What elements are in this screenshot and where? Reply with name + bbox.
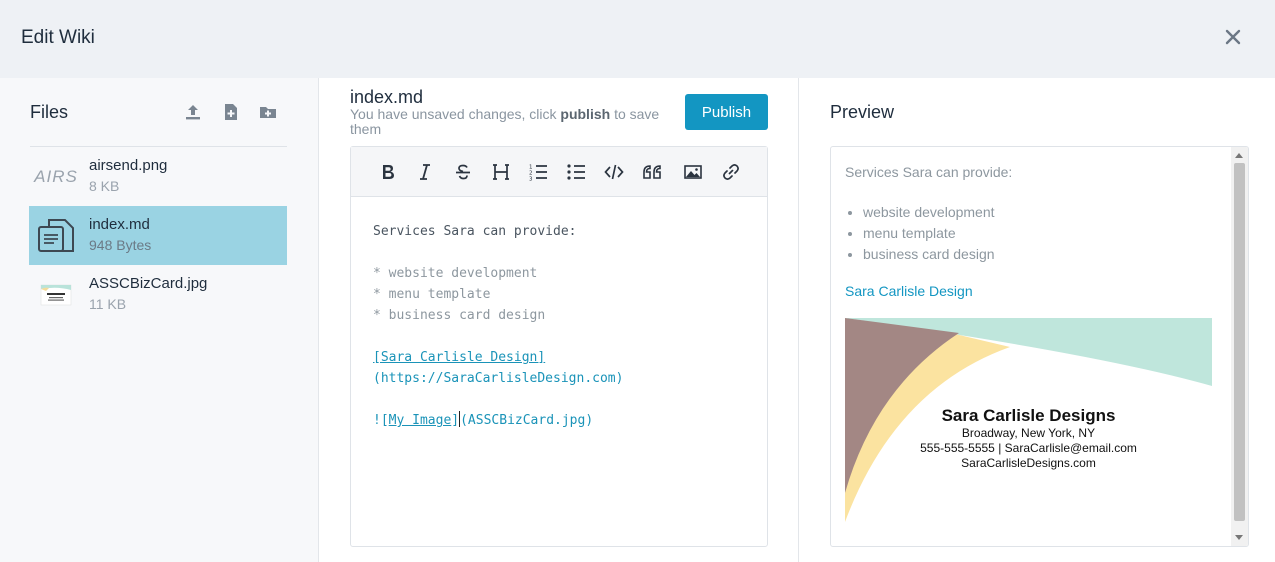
- code-image-bracket: ]: [451, 413, 460, 428]
- file-size: 948 Bytes: [89, 237, 152, 253]
- file-size: 11 KB: [89, 296, 127, 312]
- scroll-down-icon[interactable]: [1235, 535, 1243, 540]
- preview-frame: Services Sara can provide: website devel…: [830, 146, 1249, 547]
- preview-intro: Services Sara can provide:: [845, 164, 1013, 180]
- dialog-title: Edit Wiki: [21, 27, 95, 48]
- business-card-image: Sara Carlisle Designs Broadway, New York…: [845, 318, 1212, 522]
- preview-panel: Preview Services Sara can provide: websi…: [800, 78, 1275, 562]
- new-file-icon[interactable]: [221, 102, 241, 122]
- file-item-airsend[interactable]: AIRS airsend.png 8 KB: [29, 147, 287, 206]
- list-item: menu template: [863, 223, 995, 244]
- formatting-toolbar: 123: [351, 147, 767, 197]
- file-name: airsend.png: [89, 157, 168, 174]
- document-icon: [38, 219, 74, 252]
- svg-text:3: 3: [529, 177, 533, 182]
- file-size: 8 KB: [89, 178, 120, 194]
- ordered-list-icon[interactable]: 123: [526, 160, 550, 184]
- code-line: * menu template: [373, 287, 491, 302]
- image-thumbnail: AIRS: [34, 159, 78, 195]
- code-icon[interactable]: [602, 160, 626, 184]
- publish-button[interactable]: Publish: [685, 94, 768, 130]
- preview-list: website development menu template busine…: [863, 202, 995, 265]
- preview-scrollbar[interactable]: [1231, 147, 1248, 546]
- list-item: business card design: [863, 244, 995, 265]
- card-contact: 555-555-5555 | SaraCarlisle@email.com: [920, 441, 1137, 455]
- notice-text: You have unsaved changes, click: [350, 106, 561, 122]
- file-name: ASSCBizCard.jpg: [89, 275, 208, 292]
- code-line: * business card design: [373, 308, 546, 323]
- file-item-asscbizcard[interactable]: ASSCBizCard.jpg 11 KB: [29, 265, 287, 324]
- code-image-prefix: ![: [373, 413, 389, 428]
- editor-panel: index.md You have unsaved changes, click…: [320, 78, 799, 562]
- heading-icon[interactable]: [489, 160, 513, 184]
- files-panel: Files AIRS airsend.png 8 KB index.md 948…: [0, 78, 319, 562]
- scroll-up-icon[interactable]: [1235, 153, 1243, 158]
- strikethrough-icon[interactable]: [451, 160, 475, 184]
- bold-icon[interactable]: [376, 160, 400, 184]
- preview-link[interactable]: Sara Carlisle Design: [845, 283, 973, 299]
- code-line: Services Sara can provide:: [373, 224, 577, 239]
- dialog-header: Edit Wiki: [0, 0, 1275, 78]
- italic-icon[interactable]: [413, 160, 437, 184]
- code-image-path: (ASSCBizCard.jpg): [460, 413, 594, 428]
- link-icon[interactable]: [719, 160, 743, 184]
- close-icon[interactable]: [1224, 28, 1242, 46]
- unsaved-notice: You have unsaved changes, click publish …: [350, 107, 685, 137]
- files-heading: Files: [30, 102, 69, 122]
- code-image-alt: My Image: [388, 413, 452, 428]
- image-thumbnail: [40, 284, 72, 306]
- new-folder-icon[interactable]: [258, 102, 278, 122]
- editor-filename: index.md: [350, 87, 424, 107]
- bullet-list-icon[interactable]: [564, 160, 588, 184]
- code-link-text: [Sara Carlisle Design]: [373, 350, 546, 365]
- code-line: * website development: [373, 266, 538, 281]
- list-item: website development: [863, 202, 995, 223]
- notice-emphasis: publish: [560, 106, 611, 122]
- card-address: Broadway, New York, NY: [961, 426, 1096, 440]
- image-icon[interactable]: [681, 160, 705, 184]
- upload-icon[interactable]: [183, 102, 203, 122]
- preview-heading: Preview: [830, 102, 895, 122]
- file-name: index.md: [89, 216, 150, 233]
- code-link-url: (https://SaraCarlisleDesign.com): [373, 371, 624, 386]
- card-name: Sara Carlisle Designs: [941, 406, 1116, 425]
- card-website: SaraCarlisleDesigns.com: [961, 456, 1096, 470]
- markdown-editor[interactable]: 123 Services Sara can provide: * website…: [350, 146, 768, 547]
- thumbnail-text: AIRS: [34, 167, 78, 186]
- markdown-content[interactable]: Services Sara can provide: * website dev…: [373, 221, 623, 431]
- quote-icon[interactable]: [640, 160, 664, 184]
- scrollbar-thumb[interactable]: [1234, 163, 1245, 521]
- file-item-index[interactable]: index.md 948 Bytes: [29, 206, 287, 265]
